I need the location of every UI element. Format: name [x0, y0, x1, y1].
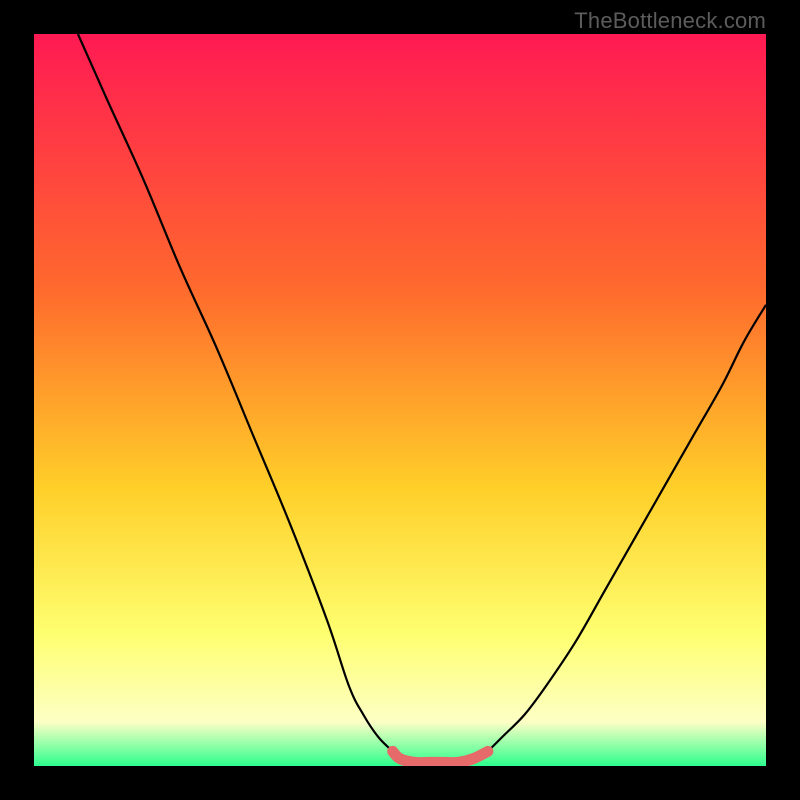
- gradient-background: [34, 34, 766, 766]
- plot-area: [34, 34, 766, 766]
- chart-svg: [34, 34, 766, 766]
- watermark-text: TheBottleneck.com: [574, 8, 766, 34]
- chart-frame: TheBottleneck.com: [0, 0, 800, 800]
